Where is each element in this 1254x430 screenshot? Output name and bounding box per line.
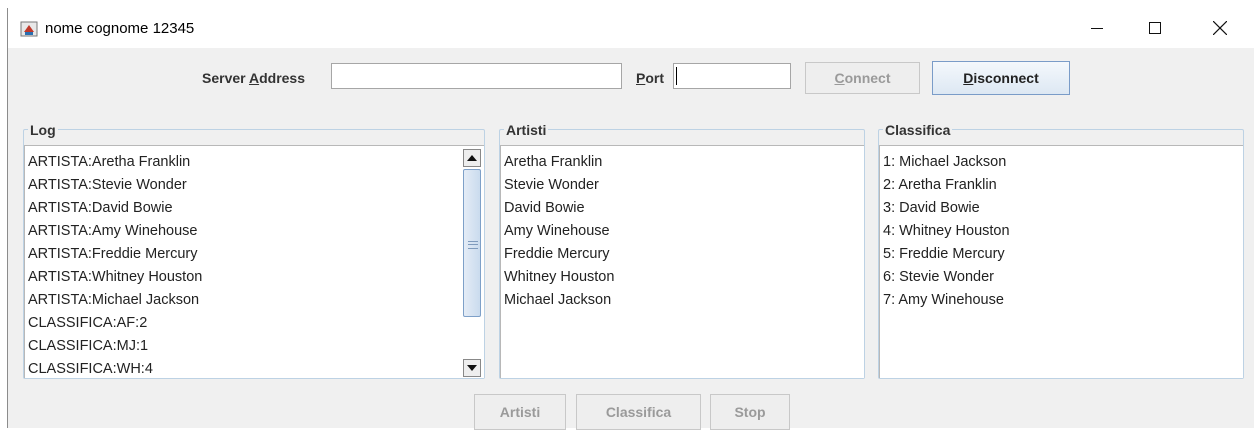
- artist-item[interactable]: Amy Winehouse: [504, 220, 864, 243]
- grip-icon: [468, 241, 478, 249]
- artisti-panel: Artisti Aretha Franklin Stevie Wonder Da…: [499, 122, 865, 379]
- ranking-item[interactable]: 6: Stevie Wonder: [883, 266, 1243, 289]
- scrollbar-thumb[interactable]: [463, 169, 481, 317]
- log-panel-title: Log: [28, 122, 58, 138]
- ranking-item[interactable]: 4: Whitney Houston: [883, 220, 1243, 243]
- server-address-label: Server Address: [202, 70, 306, 86]
- ranking-item[interactable]: 5: Freddie Mercury: [883, 243, 1243, 266]
- scroll-down-button[interactable]: [463, 359, 481, 377]
- log-item[interactable]: ARTISTA:Aretha Franklin: [28, 151, 484, 174]
- arrow-down-icon: [467, 365, 477, 371]
- ranking-item[interactable]: 7: Amy Winehouse: [883, 289, 1243, 312]
- artisti-button[interactable]: Artisti: [474, 394, 566, 430]
- ranking-item[interactable]: 3: David Bowie: [883, 197, 1243, 220]
- log-panel: Log ARTISTA:Aretha Franklin ARTISTA:Stev…: [23, 122, 485, 379]
- artist-item[interactable]: Stevie Wonder: [504, 174, 864, 197]
- app-window: nome cognome 12345 Server Address Port C…: [7, 8, 1254, 430]
- minimize-icon: [1091, 28, 1103, 29]
- artisti-list[interactable]: Aretha Franklin Stevie Wonder David Bowi…: [500, 145, 864, 378]
- log-item[interactable]: CLASSIFICA:WH:4: [28, 358, 484, 378]
- text-caret: [676, 67, 677, 85]
- classifica-panel: Classifica 1: Michael Jackson 2: Aretha …: [878, 122, 1244, 379]
- scroll-up-button[interactable]: [463, 149, 481, 167]
- log-item[interactable]: ARTISTA:Freddie Mercury: [28, 243, 484, 266]
- java-cup-icon: [20, 21, 38, 37]
- artist-item[interactable]: Freddie Mercury: [504, 243, 864, 266]
- ranking-item[interactable]: 1: Michael Jackson: [883, 151, 1243, 174]
- log-item[interactable]: ARTISTA:Whitney Houston: [28, 266, 484, 289]
- log-item[interactable]: CLASSIFICA:MJ:1: [28, 335, 484, 358]
- arrow-up-icon: [467, 155, 477, 161]
- classifica-panel-title: Classifica: [883, 122, 953, 138]
- disconnect-button[interactable]: Disconnect: [932, 61, 1070, 95]
- close-button[interactable]: [1197, 8, 1243, 48]
- log-scrollbar[interactable]: [462, 146, 482, 378]
- minimize-button[interactable]: [1074, 8, 1120, 48]
- connect-button[interactable]: Connect: [805, 62, 920, 94]
- stop-button[interactable]: Stop: [710, 394, 790, 430]
- log-item[interactable]: ARTISTA:David Bowie: [28, 197, 484, 220]
- classifica-button[interactable]: Classifica: [576, 394, 701, 430]
- artisti-panel-title: Artisti: [504, 122, 549, 138]
- server-address-input[interactable]: [331, 63, 622, 89]
- port-label: Port: [636, 70, 665, 86]
- maximize-icon: [1149, 22, 1161, 34]
- window-title: nome cognome 12345: [45, 20, 195, 37]
- log-item[interactable]: ARTISTA:Amy Winehouse: [28, 220, 484, 243]
- maximize-button[interactable]: [1132, 8, 1178, 48]
- classifica-list[interactable]: 1: Michael Jackson 2: Aretha Franklin 3:…: [879, 145, 1243, 378]
- log-item[interactable]: ARTISTA:Michael Jackson: [28, 289, 484, 312]
- artist-item[interactable]: Whitney Houston: [504, 266, 864, 289]
- close-icon: [1213, 21, 1227, 35]
- title-bar[interactable]: nome cognome 12345: [8, 8, 1254, 48]
- log-item[interactable]: CLASSIFICA:AF:2: [28, 312, 484, 335]
- log-item[interactable]: ARTISTA:Stevie Wonder: [28, 174, 484, 197]
- artist-item[interactable]: David Bowie: [504, 197, 864, 220]
- artist-item[interactable]: Michael Jackson: [504, 289, 864, 312]
- log-list[interactable]: ARTISTA:Aretha Franklin ARTISTA:Stevie W…: [24, 145, 484, 378]
- port-input[interactable]: [673, 63, 791, 89]
- ranking-item[interactable]: 2: Aretha Franklin: [883, 174, 1243, 197]
- artist-item[interactable]: Aretha Franklin: [504, 151, 864, 174]
